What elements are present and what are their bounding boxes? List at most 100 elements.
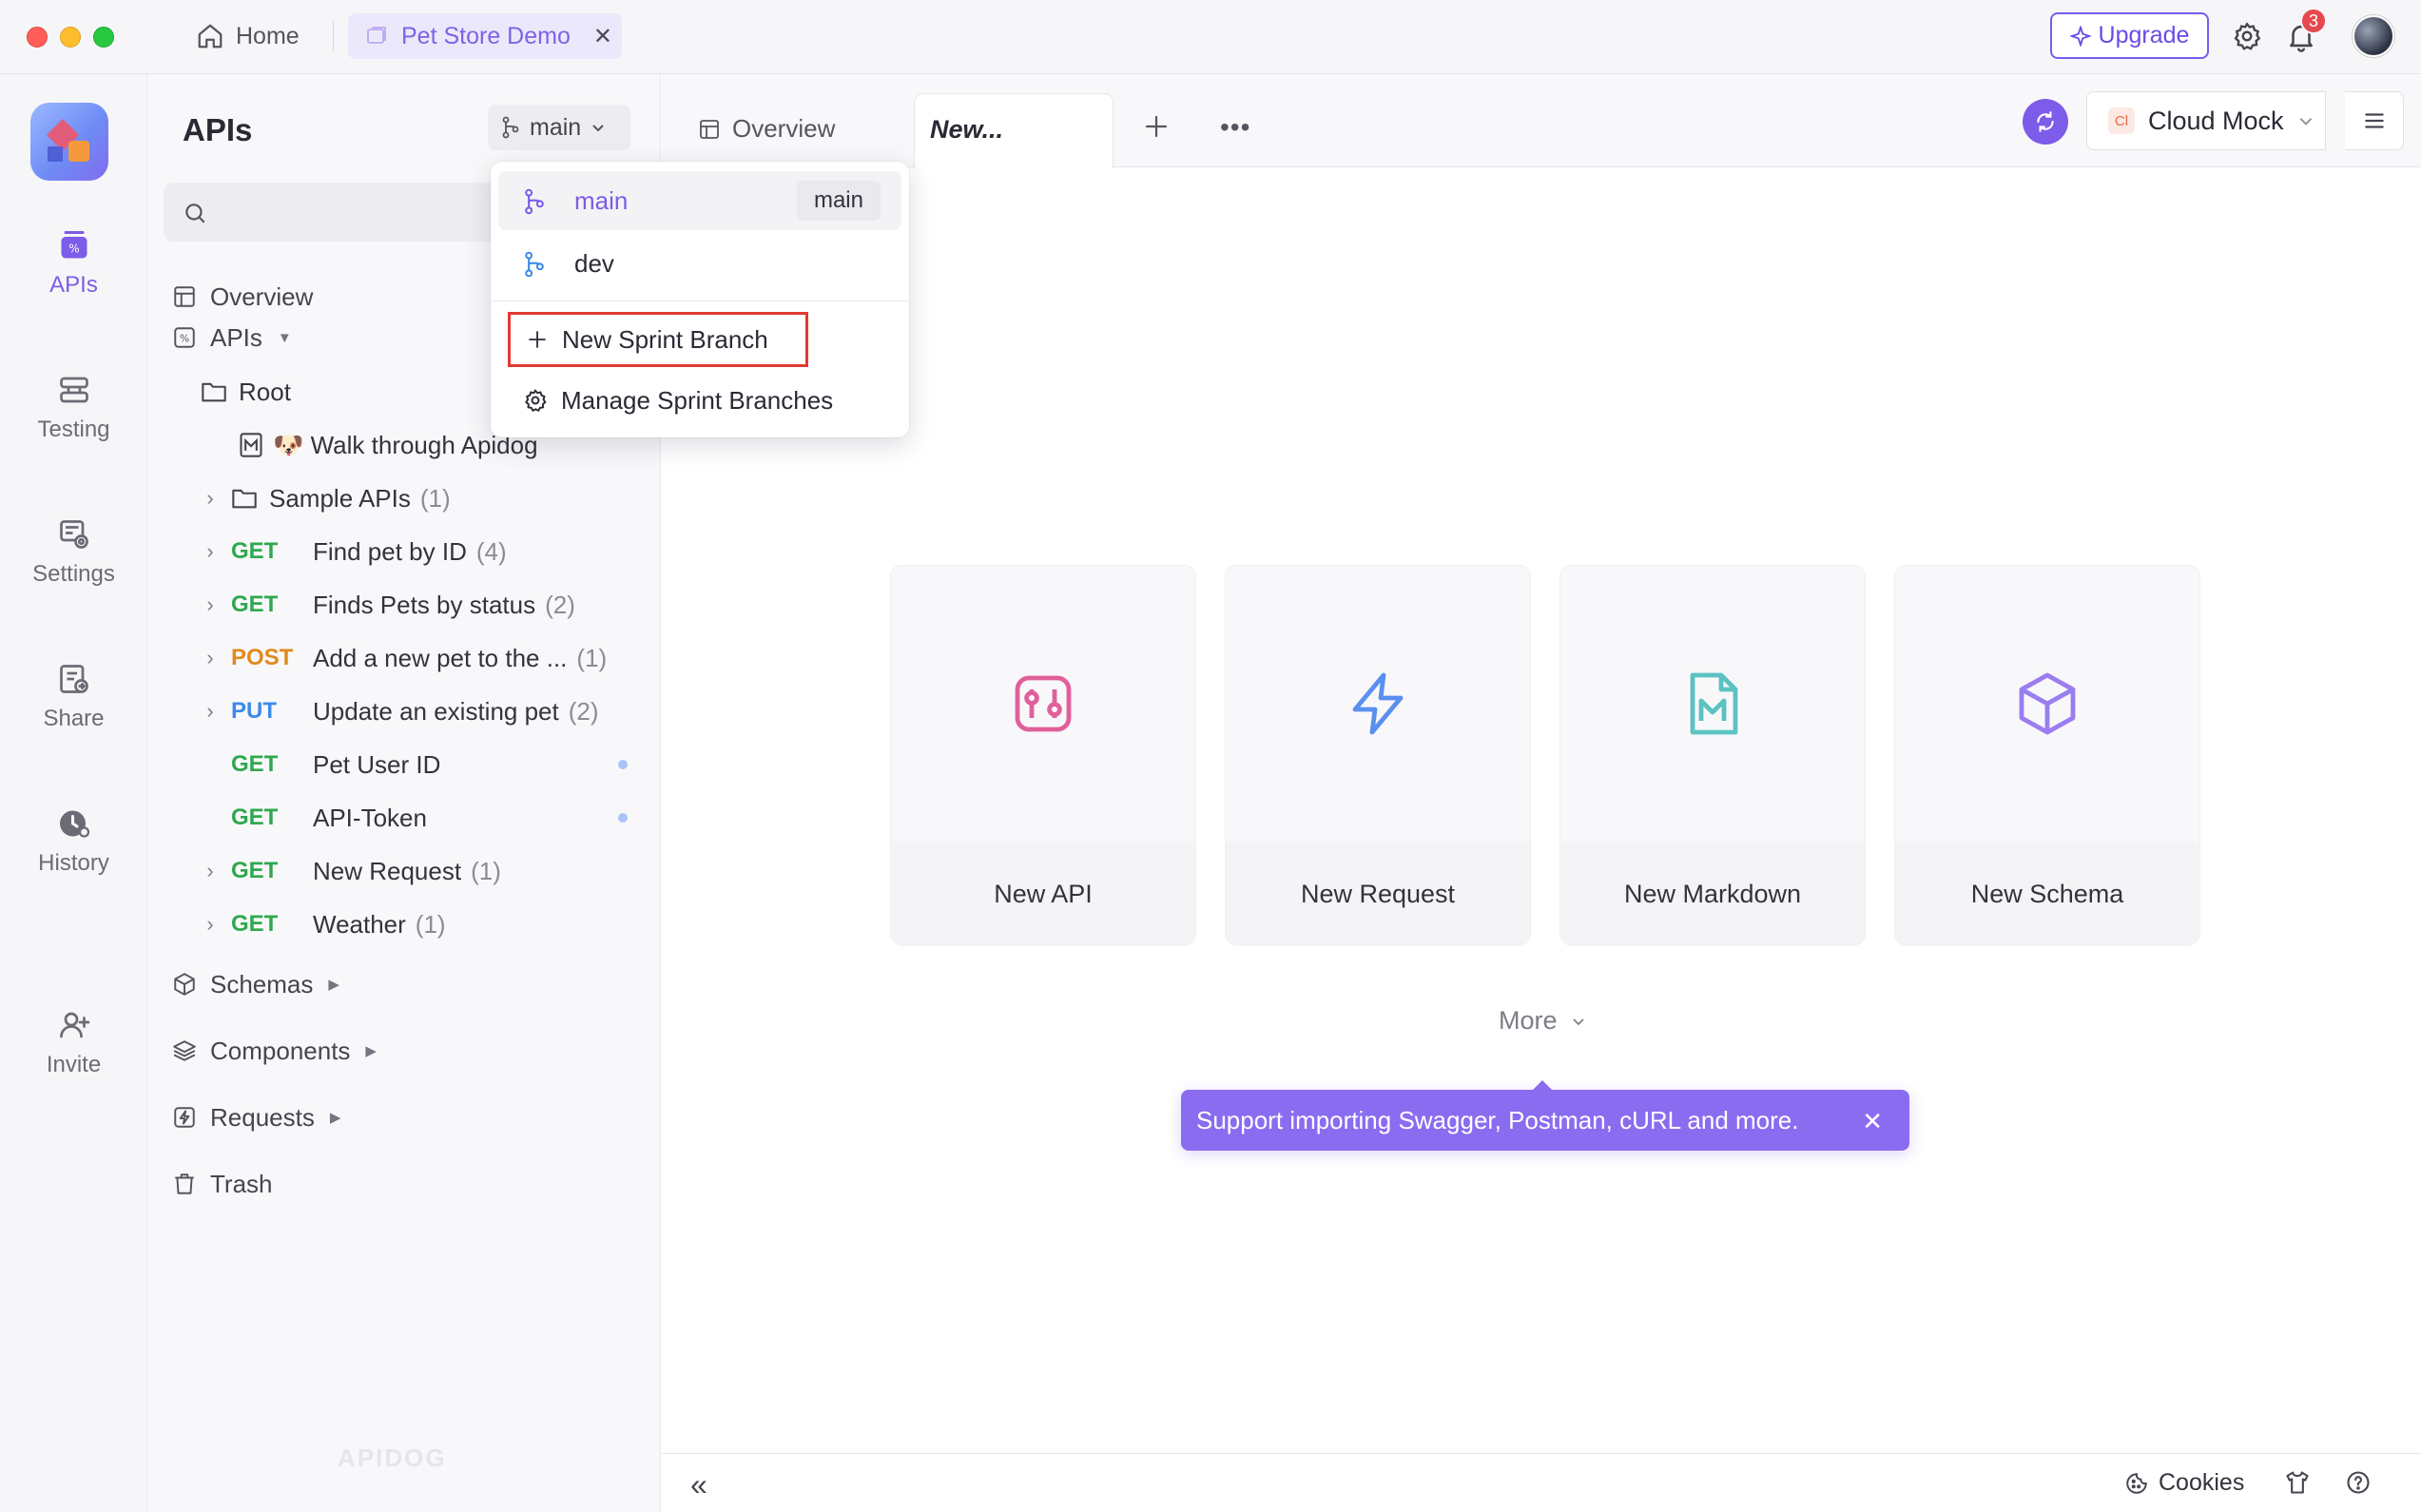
environment-menu-button[interactable]	[2345, 91, 2404, 150]
endpoint-row[interactable]: › GET Finds Pets by status (2)	[147, 579, 661, 630]
status-footer: « Cookies	[662, 1453, 2421, 1512]
endpoint-name: Update an existing pet	[313, 696, 559, 726]
tab-new[interactable]: New...	[914, 93, 1114, 168]
chevron-right-icon[interactable]: ›	[201, 486, 220, 511]
chevron-right-icon[interactable]: ›	[201, 699, 220, 724]
endpoint-count: (2)	[545, 590, 575, 619]
manage-sprint-branches-label: Manage Sprint Branches	[561, 385, 834, 415]
rail-item-testing[interactable]: Testing	[0, 373, 147, 443]
tab-overview-label: Overview	[732, 114, 836, 143]
chevron-down-icon	[591, 120, 606, 135]
new-api-card[interactable]: New API	[890, 565, 1196, 946]
cookies-button[interactable]: Cookies	[2124, 1469, 2244, 1497]
rail-item-settings[interactable]: Settings	[0, 517, 147, 588]
history-icon	[57, 806, 91, 841]
endpoint-count: (1)	[471, 856, 501, 885]
schemas-label: Schemas	[210, 969, 314, 998]
sidebar-section-trash[interactable]: Trash	[172, 1158, 273, 1210]
trash-icon	[172, 1172, 197, 1196]
endpoint-row[interactable]: › GET New Request (1)	[147, 845, 661, 897]
rail-item-history[interactable]: History	[0, 806, 147, 877]
schema-cube-icon	[172, 972, 197, 997]
rail-item-invite[interactable]: Invite	[0, 1008, 147, 1078]
tree-folder-sample-apis[interactable]: › Sample APIs (1)	[147, 473, 661, 524]
components-layers-icon	[172, 1038, 197, 1063]
chevron-right-icon[interactable]: ›	[201, 859, 220, 883]
window-zoom-button[interactable]	[93, 27, 114, 48]
project-icon	[365, 25, 388, 48]
sidebar-section-apis[interactable]: % APIs ▼	[172, 312, 292, 363]
environment-select[interactable]: Cl Cloud Mock	[2086, 91, 2326, 150]
sample-apis-count: (1)	[419, 483, 451, 513]
svg-text:%: %	[180, 332, 189, 344]
sidebar-section-components[interactable]: Components ▶	[172, 1025, 377, 1076]
cube-icon	[2013, 669, 2082, 738]
left-nav-rail: % APIs Testing Settings Share History In…	[0, 74, 147, 1512]
new-sprint-branch-label: New Sprint Branch	[562, 324, 768, 354]
chevron-right-icon[interactable]: ›	[201, 646, 220, 670]
settings-gear-icon[interactable]	[2232, 21, 2262, 51]
chevron-down-icon	[1571, 1014, 1586, 1029]
share-icon	[57, 662, 91, 696]
requests-label: Requests	[210, 1102, 315, 1132]
home-tab[interactable]: Home	[196, 15, 300, 57]
close-tip-icon[interactable]: ✕	[1862, 1107, 1883, 1136]
new-request-card[interactable]: New Request	[1225, 565, 1531, 946]
endpoint-row[interactable]: GET API-Token	[147, 792, 661, 843]
rail-item-apis[interactable]: % APIs	[0, 228, 147, 299]
rail-item-share[interactable]: Share	[0, 662, 147, 732]
endpoint-row[interactable]: › POST Add a new pet to the ... (1)	[147, 632, 661, 684]
sync-icon	[2033, 109, 2058, 134]
window-close-button[interactable]	[27, 27, 48, 48]
new-markdown-card[interactable]: New Markdown	[1559, 565, 1866, 946]
window-minimize-button[interactable]	[60, 27, 81, 48]
collapse-sidebar-icon[interactable]: «	[690, 1467, 707, 1502]
lightning-icon	[1344, 669, 1412, 738]
more-options-link[interactable]: More	[1499, 1006, 1586, 1036]
sidebar-search-input[interactable]	[164, 183, 544, 242]
endpoint-row[interactable]: › GET Weather (1)	[147, 899, 661, 950]
upgrade-button[interactable]: Upgrade	[2050, 12, 2209, 59]
main-tab-bar: Overview New... ••• Cl Cloud Mock	[662, 74, 2421, 168]
new-api-label: New API	[891, 842, 1195, 946]
branch-selector-label: main	[530, 113, 582, 141]
chevron-right-icon[interactable]: ›	[201, 592, 220, 617]
new-schema-card[interactable]: New Schema	[1894, 565, 2200, 946]
chevron-right-icon[interactable]: ›	[201, 912, 220, 937]
home-tab-label: Home	[236, 22, 300, 49]
branch-selector-button[interactable]: main	[488, 105, 630, 150]
add-tab-icon[interactable]	[1142, 112, 1171, 141]
sidebar-section-requests[interactable]: Requests ▶	[172, 1092, 340, 1143]
help-icon[interactable]	[2345, 1469, 2372, 1496]
sync-button[interactable]	[2023, 99, 2068, 145]
project-tab[interactable]: Pet Store Demo ✕	[348, 13, 622, 59]
theme-shirt-icon[interactable]	[2284, 1469, 2311, 1496]
git-branch-icon	[523, 188, 546, 215]
gear-icon	[523, 388, 548, 413]
notification-badge: 3	[2300, 8, 2327, 34]
endpoint-count: (1)	[576, 643, 608, 672]
chevron-right-icon[interactable]: ›	[201, 539, 220, 564]
branch-option-label: main	[574, 185, 629, 215]
branch-option-label: dev	[574, 248, 614, 278]
manage-sprint-branches-button[interactable]: Manage Sprint Branches	[508, 373, 833, 428]
cookie-icon	[2124, 1471, 2149, 1496]
endpoint-row[interactable]: › PUT Update an existing pet (2)	[147, 686, 661, 737]
more-tabs-icon[interactable]: •••	[1220, 112, 1250, 143]
endpoint-row[interactable]: › GET Find pet by ID (4)	[147, 526, 661, 577]
branch-option-dev[interactable]: dev	[498, 234, 901, 293]
git-branch-icon	[501, 116, 520, 139]
endpoint-row[interactable]: GET Pet User ID	[147, 739, 661, 790]
rail-label-apis: APIs	[49, 272, 98, 298]
folder-icon	[231, 486, 258, 511]
endpoint-name: Add a new pet to the ...	[313, 643, 568, 672]
user-avatar[interactable]	[2353, 15, 2394, 57]
rail-label-share: Share	[43, 706, 105, 731]
close-tab-icon[interactable]: ✕	[593, 23, 612, 50]
rail-label-invite: Invite	[46, 1052, 102, 1077]
import-tip-text: Support importing Swagger, Postman, cURL…	[1196, 1105, 1799, 1134]
new-sprint-branch-button[interactable]: New Sprint Branch	[508, 312, 808, 367]
sidebar-section-schemas[interactable]: Schemas ▶	[172, 959, 339, 1010]
branch-option-main[interactable]: main main	[498, 171, 901, 230]
tab-overview[interactable]: Overview	[698, 114, 835, 144]
